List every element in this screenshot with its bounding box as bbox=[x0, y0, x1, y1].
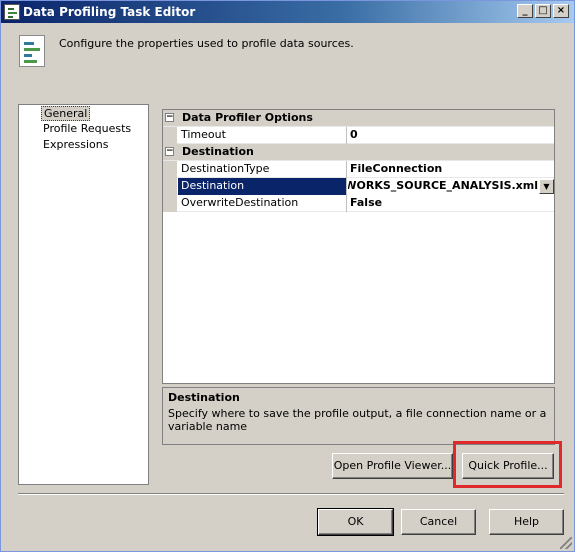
navigation-pane: General Profile Requests Expressions bbox=[18, 104, 149, 485]
header-description: Configure the properties used to profile… bbox=[59, 37, 354, 50]
description-text: Specify where to save the profile output… bbox=[168, 407, 547, 433]
task-editor-icon bbox=[4, 4, 20, 20]
chevron-down-icon[interactable]: ▼ bbox=[539, 179, 554, 194]
description-title: Destination bbox=[168, 391, 240, 404]
category-label: Destination bbox=[182, 145, 254, 158]
collapse-icon[interactable]: − bbox=[165, 147, 174, 156]
nav-item-expressions[interactable]: Expressions bbox=[41, 138, 110, 153]
property-description-panel: Destination Specify where to save the pr… bbox=[162, 387, 555, 445]
category-destination[interactable]: − Destination bbox=[163, 144, 554, 161]
window-title: Data Profiling Task Editor bbox=[23, 5, 196, 19]
header-area: Configure the properties used to profile… bbox=[1, 23, 574, 85]
property-name: DestinationType bbox=[178, 161, 347, 178]
nav-item-general[interactable]: General bbox=[41, 106, 91, 121]
property-row-destination-type[interactable]: DestinationType FileConnection bbox=[163, 161, 554, 178]
destination-value: REWORKS_SOURCE_ANALYSIS.xml bbox=[348, 179, 538, 192]
property-row-destination[interactable]: Destination REWORKS_SOURCE_ANALYSIS.xml … bbox=[163, 178, 554, 195]
property-name: OverwriteDestination bbox=[178, 195, 347, 212]
separator bbox=[18, 493, 564, 495]
category-data-profiler-options[interactable]: − Data Profiler Options bbox=[163, 110, 554, 127]
property-value[interactable]: FileConnection bbox=[348, 161, 554, 178]
highlight-annotation bbox=[453, 441, 562, 488]
category-label: Data Profiler Options bbox=[182, 111, 313, 124]
cancel-button[interactable]: Cancel bbox=[401, 509, 476, 535]
property-value[interactable]: 0 bbox=[348, 127, 554, 144]
title-bar[interactable]: Data Profiling Task Editor _ □ × bbox=[1, 1, 574, 23]
minimize-button[interactable]: _ bbox=[517, 4, 533, 18]
nav-item-profile-requests[interactable]: Profile Requests bbox=[41, 122, 133, 137]
property-row-overwrite-destination[interactable]: OverwriteDestination False bbox=[163, 195, 554, 212]
property-name: Destination bbox=[178, 178, 347, 195]
maximize-button[interactable]: □ bbox=[535, 4, 551, 18]
property-value[interactable]: False bbox=[348, 195, 554, 212]
close-button[interactable]: × bbox=[553, 4, 569, 18]
open-profile-viewer-button[interactable]: Open Profile Viewer... bbox=[332, 453, 453, 479]
profiling-icon bbox=[19, 35, 45, 67]
destination-dropdown[interactable]: REWORKS_SOURCE_ANALYSIS.xml ▼ bbox=[348, 178, 554, 195]
property-grid: − Data Profiler Options Timeout 0 − Dest… bbox=[162, 109, 555, 384]
dialog-window: Data Profiling Task Editor _ □ × Configu… bbox=[0, 0, 575, 552]
ok-button[interactable]: OK bbox=[317, 508, 394, 536]
collapse-icon[interactable]: − bbox=[165, 113, 174, 122]
help-button[interactable]: Help bbox=[489, 509, 564, 535]
property-name: Timeout bbox=[178, 127, 347, 144]
property-row-timeout[interactable]: Timeout 0 bbox=[163, 127, 554, 144]
resize-grip-icon[interactable] bbox=[560, 537, 572, 549]
